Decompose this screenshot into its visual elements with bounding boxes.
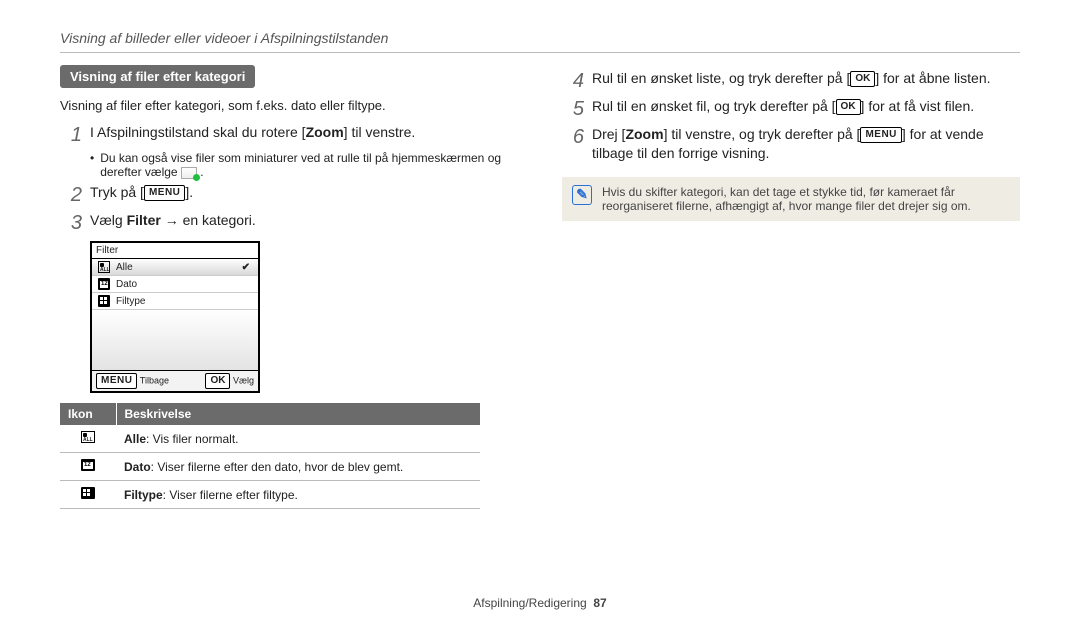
table-row: Alle: Vis filer normalt. [60,425,480,453]
filetype-icon [98,295,110,307]
table-row: Filtype: Viser filerne efter filtype. [60,481,480,509]
step-2: 2 Tryk på [MENU]. [60,183,518,207]
note-text: Hvis du skifter kategori, kan det tage e… [602,185,1010,213]
steps-right: 4 Rul til en ønsket liste, og tryk dereft… [562,69,1020,163]
table-head-desc: Beskrivelse [116,403,480,425]
camera-footer-back: MENU Tilbage [96,373,169,389]
camera-empty-area [92,310,258,370]
step-3: 3 Vælg Filter → en kategori. [60,211,518,235]
lead-text: Visning af filer efter kategori, som f.e… [60,98,518,113]
camera-row-type: Filtype [92,293,258,310]
step-number: 5 [562,97,584,121]
step-bullet: Du kan også vise filer som miniaturer ve… [90,151,518,179]
all-icon [98,261,110,273]
ok-key-icon: OK [850,71,875,87]
step-text: Drej [Zoom] til venstre, og tryk derefte… [592,125,1020,163]
ok-key-icon: OK [836,99,861,115]
step-number: 4 [562,69,584,93]
page-footer: Afspilning/Redigering 87 [0,596,1080,610]
date-icon [81,459,95,471]
step-text: Vælg Filter → en kategori. [90,211,518,230]
step-text: Tryk på [MENU]. [90,183,518,202]
camera-filter-screen: Filter AlleDatoFiltype MENU Tilbage OK V… [90,241,260,393]
right-column: 4 Rul til en ønsket liste, og tryk dereft… [562,65,1020,509]
camera-row-all: Alle [92,259,258,276]
steps-left: 1 I Afspilningstilstand skal du rotere [Z… [60,123,518,235]
subheading: Visning af filer efter kategori [60,65,255,88]
step-number: 6 [562,125,584,149]
step-text: I Afspilningstilstand skal du rotere [Zo… [90,123,518,142]
step-text: Rul til en ønsket fil, og tryk derefter … [592,97,1020,116]
step-number: 2 [60,183,82,207]
camera-footer-select: OK Vælg [205,373,254,389]
table-head-icon: Ikon [60,403,116,425]
date-icon [98,278,110,290]
step-text: Rul til en ønsket liste, og tryk derefte… [592,69,1020,88]
step-number: 1 [60,123,82,147]
camera-title: Filter [92,243,258,259]
note-icon: ✎ [572,185,592,205]
icon-description-table: Ikon Beskrivelse Alle: Vis filer normalt… [60,403,480,509]
page-header: Visning af billeder eller videoer i Afsp… [60,30,1020,46]
header-rule [60,52,1020,53]
menu-key-icon: MENU [860,127,901,143]
left-column: Visning af filer efter kategori Visning … [60,65,518,509]
ok-key-icon: OK [205,373,230,389]
filetype-icon [81,487,95,499]
camera-row-date: Dato [92,276,258,293]
menu-key-icon: MENU [96,373,137,389]
table-row: Dato: Viser filerne efter den dato, hvor… [60,453,480,481]
step-6: 6 Drej [Zoom] til venstre, og tryk dereft… [562,125,1020,163]
note-box: ✎ Hvis du skifter kategori, kan det tage… [562,177,1020,221]
step-1: 1 I Afspilningstilstand skal du rotere [Z… [60,123,518,147]
step-4: 4 Rul til en ønsket liste, og tryk dereft… [562,69,1020,93]
all-icon [81,431,95,443]
album-icon [181,167,197,179]
step-number: 3 [60,211,82,235]
step-5: 5 Rul til en ønsket fil, og tryk derefter… [562,97,1020,121]
menu-key-icon: MENU [144,185,185,201]
